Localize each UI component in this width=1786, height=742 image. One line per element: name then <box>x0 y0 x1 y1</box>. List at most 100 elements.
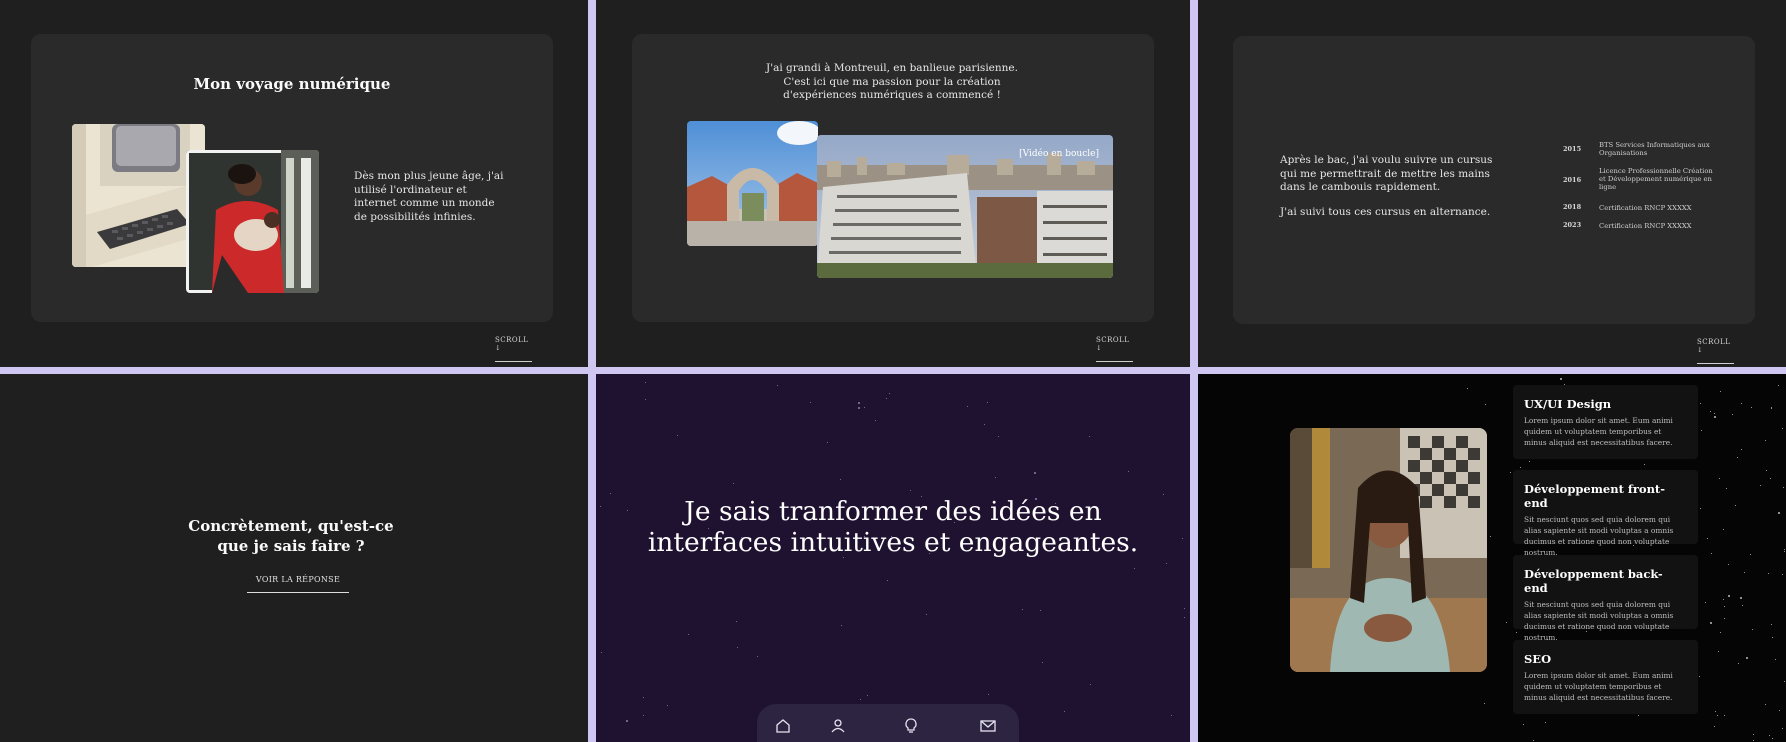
lightbulb-icon[interactable] <box>902 717 920 735</box>
star <box>1724 605 1726 607</box>
star <box>886 397 888 399</box>
timeline-year: 2023 <box>1563 221 1582 229</box>
star <box>1719 391 1721 393</box>
star <box>644 381 646 383</box>
star <box>1510 471 1512 473</box>
mail-icon[interactable] <box>979 717 997 735</box>
panel-voyage: Mon voyage numérique Dès mon plus jeune … <box>0 0 588 367</box>
timeline-label: Licence Professionnelle Création et Déve… <box>1599 167 1713 191</box>
star <box>1719 478 1721 480</box>
star <box>1778 385 1780 387</box>
home-icon[interactable] <box>774 717 792 735</box>
star <box>1740 403 1742 405</box>
star <box>1700 403 1702 404</box>
star <box>983 424 985 426</box>
star <box>645 399 647 401</box>
star <box>1723 599 1725 601</box>
star <box>1715 711 1717 713</box>
city-video[interactable]: [Vidéo en boucle] <box>817 135 1113 278</box>
star <box>1490 536 1492 538</box>
family-photo <box>186 150 319 293</box>
star <box>732 482 734 484</box>
star <box>887 580 889 582</box>
star <box>966 405 968 407</box>
star <box>1782 728 1784 730</box>
panel-tagline: Je sais tranformer des idées en interfac… <box>596 374 1190 742</box>
star <box>998 436 1000 437</box>
star <box>1705 601 1706 603</box>
star <box>1770 478 1772 479</box>
star <box>1163 493 1165 495</box>
star <box>1181 538 1183 539</box>
star <box>677 434 679 436</box>
scroll-button[interactable]: SCROLL ↓ <box>1697 338 1734 364</box>
scroll-button[interactable]: SCROLL ↓ <box>495 336 532 362</box>
star <box>874 420 876 421</box>
star <box>1775 659 1777 661</box>
tagline-text: Je sais tranformer des idées en interfac… <box>647 496 1139 558</box>
service-title: SEO <box>1524 652 1552 666</box>
star <box>1738 663 1740 665</box>
star <box>840 624 842 626</box>
star <box>1727 594 1730 597</box>
user-icon[interactable] <box>829 717 847 735</box>
star <box>1716 714 1718 716</box>
star <box>776 384 778 386</box>
service-desc: Sit nesciunt quos sed quia dolorem qui a… <box>1524 515 1674 557</box>
star <box>1523 724 1524 726</box>
service-card-backend: Développement back-end Sit nesciunt quos… <box>1513 555 1698 642</box>
starfield <box>596 374 1190 742</box>
star <box>1731 413 1733 415</box>
star <box>1764 439 1766 441</box>
star <box>909 489 911 491</box>
video-label: [Vidéo en boucle] <box>1019 149 1099 159</box>
star <box>1714 725 1716 727</box>
star <box>1698 675 1700 677</box>
star <box>600 506 602 508</box>
star <box>889 393 891 395</box>
star <box>1779 710 1781 712</box>
panel-question: Concrètement, qu'est-ce que je sais fair… <box>0 374 588 742</box>
star <box>1746 657 1749 660</box>
timeline-label: Certification RNCP XXXXX <box>1599 204 1692 212</box>
star <box>1771 408 1772 410</box>
star <box>1742 604 1744 606</box>
see-answer-button[interactable]: VOIR LA RÉPONSE <box>247 575 349 593</box>
star <box>1041 661 1043 663</box>
star <box>643 714 645 716</box>
star <box>1717 651 1719 653</box>
star <box>1734 504 1736 506</box>
star <box>601 652 602 654</box>
scroll-button[interactable]: SCROLL ↓ <box>1096 336 1133 362</box>
star <box>1483 702 1485 704</box>
star <box>1723 529 1725 531</box>
timeline-year: 2016 <box>1563 176 1582 184</box>
star <box>1532 740 1534 742</box>
service-title: Développement back-end <box>1524 567 1663 595</box>
star <box>857 401 860 404</box>
parcours-text-1: Après le bac, j'ai voulu suivre un cursu… <box>1280 154 1493 193</box>
star <box>610 493 612 495</box>
star <box>1767 573 1769 574</box>
star <box>1701 430 1703 431</box>
star <box>1039 609 1041 611</box>
star <box>1134 568 1136 570</box>
star <box>1719 632 1721 634</box>
service-title: UX/UI Design <box>1524 397 1612 411</box>
star <box>756 656 758 658</box>
star <box>735 621 737 623</box>
star <box>1643 464 1645 466</box>
star <box>1637 714 1639 716</box>
star <box>858 406 860 409</box>
star <box>1128 471 1130 473</box>
star <box>1515 632 1517 633</box>
portrait-photo <box>1290 428 1487 672</box>
star <box>1781 574 1783 576</box>
star <box>840 478 841 480</box>
star <box>1714 416 1717 419</box>
star <box>863 407 865 409</box>
star <box>1165 563 1167 565</box>
question-title: Concrètement, qu'est-ce que je sais fair… <box>188 517 394 555</box>
star <box>1760 485 1762 487</box>
star <box>1772 636 1774 638</box>
